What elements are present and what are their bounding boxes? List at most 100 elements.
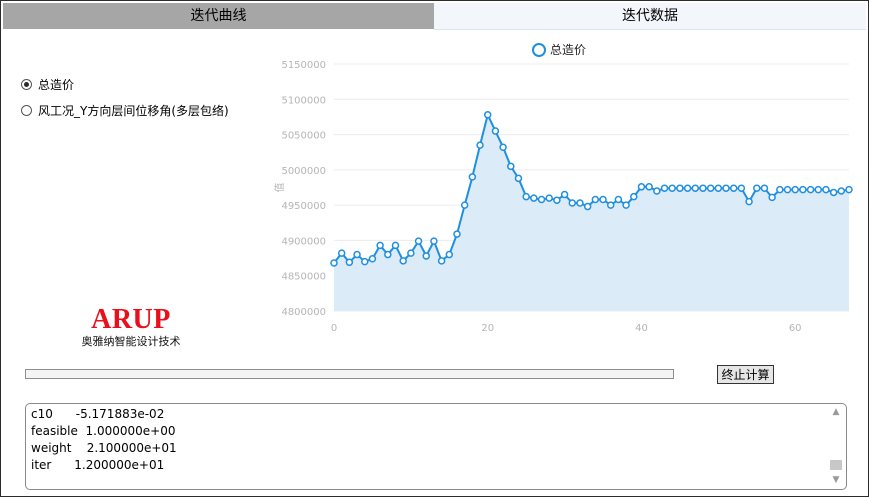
log-lines: c10 -5.171883e-02 feasible 1.000000e+00 … (31, 406, 177, 474)
data-point (683, 184, 692, 192)
app-window: 迭代曲线 迭代数据 总造价 风工况_Y方向层间位移角(多层包络) ARUP 奥雅… (0, 0, 869, 497)
y-tick-label: 5100000 (281, 95, 326, 106)
stop-calculation-button[interactable]: 终止计算 (717, 365, 774, 384)
x-tick-label: 0 (331, 323, 337, 334)
y-tick-label: 5000000 (281, 166, 326, 177)
radio-button-selected[interactable] (21, 78, 32, 90)
data-point (491, 127, 500, 135)
data-point (814, 185, 822, 194)
data-point (676, 184, 684, 192)
tab-bar: 迭代曲线 迭代数据 (3, 3, 866, 30)
data-point (399, 257, 407, 265)
data-point (653, 187, 661, 195)
data-point (345, 258, 354, 267)
data-point (545, 194, 553, 202)
log-line: weight 2.100000e+01 (31, 441, 177, 455)
data-point (422, 252, 430, 260)
data-point (414, 237, 423, 245)
data-point (776, 185, 784, 194)
data-point (660, 184, 669, 192)
legend: 总造价 (532, 43, 586, 57)
data-point (514, 174, 523, 183)
data-point (699, 184, 707, 192)
data-point (384, 250, 392, 259)
data-point (337, 249, 346, 257)
log-line: feasible 1.000000e+00 (31, 424, 176, 438)
data-point (476, 141, 484, 149)
logo-subtitle: 奥雅纳智能设计技术 (81, 335, 181, 348)
data-point (706, 184, 715, 192)
data-point (361, 257, 369, 266)
x-tick-label: 60 (789, 323, 802, 334)
data-point (630, 192, 638, 201)
data-point (829, 188, 838, 197)
data-point (483, 111, 492, 119)
y-axis-label: 值 (273, 183, 286, 193)
data-point (760, 184, 769, 192)
data-point (806, 185, 815, 194)
data-point (391, 241, 400, 250)
data-point (637, 183, 646, 191)
arup-logo: ARUP 奥雅纳智能设计技术 (61, 305, 201, 349)
legend-label: 总造价 (550, 43, 586, 57)
log-line: iter 1.200000e+01 (31, 458, 165, 472)
data-point (522, 192, 530, 201)
data-point (530, 194, 538, 202)
data-point (845, 185, 853, 194)
scrollbar-thumb[interactable] (830, 460, 842, 470)
data-point (537, 195, 546, 204)
option-total-cost-label: 总造价 (38, 77, 75, 92)
option-wind-drift[interactable]: 风工况_Y方向层间位移角(多层包络) (21, 101, 229, 119)
log-line: c10 -5.171883e-02 (31, 407, 165, 421)
x-tick-label: 20 (481, 323, 494, 334)
data-point (729, 184, 738, 192)
iteration-chart: 4800000 4850000 4900000 4950000 5000000 50500… (273, 43, 853, 334)
data-point (768, 193, 776, 202)
tab-iteration-data[interactable]: 迭代数据 (434, 3, 866, 30)
option-total-cost[interactable]: 总造价 (21, 75, 74, 93)
data-point (553, 196, 561, 204)
y-tick-label: 4850000 (281, 272, 326, 283)
data-point (576, 199, 584, 207)
data-point (799, 185, 807, 194)
data-point (453, 230, 461, 238)
data-point (507, 162, 515, 171)
progress-bar (25, 369, 674, 379)
data-point (568, 199, 577, 207)
data-point (822, 185, 830, 194)
y-tick-label: 4800000 (281, 307, 326, 318)
radio-button[interactable] (21, 104, 32, 116)
scrollbar[interactable]: ▲ ▼ (828, 405, 844, 487)
data-point (353, 250, 361, 259)
data-point (468, 173, 477, 181)
data-point (691, 184, 700, 192)
data-point (745, 197, 753, 206)
y-tick-label: 5050000 (281, 131, 326, 142)
data-point (591, 195, 600, 204)
data-point (837, 187, 846, 195)
data-point (606, 201, 615, 209)
data-point (614, 195, 623, 204)
data-point (783, 185, 792, 194)
data-point (560, 190, 569, 199)
data-point (407, 249, 415, 257)
data-point (714, 184, 723, 192)
data-point (668, 184, 676, 192)
logo-mark: ARUP (91, 304, 171, 335)
y-tick-label: 4900000 (281, 236, 326, 247)
tab-iteration-curve[interactable]: 迭代曲线 (3, 3, 434, 29)
data-point (722, 184, 730, 192)
data-point (753, 184, 761, 192)
scroll-up-icon[interactable]: ▲ (828, 405, 844, 419)
data-point (645, 183, 653, 191)
log-textbox[interactable]: c10 -5.171883e-02 feasible 1.000000e+00 … (25, 403, 847, 490)
y-tick-label: 5150000 (281, 60, 326, 71)
data-point (460, 201, 469, 209)
series-area (334, 114, 849, 311)
data-point (737, 184, 746, 192)
data-point (437, 257, 446, 265)
data-point (499, 143, 507, 152)
scroll-down-icon[interactable]: ▼ (828, 473, 844, 487)
data-point (583, 202, 592, 211)
data-point (622, 201, 630, 209)
